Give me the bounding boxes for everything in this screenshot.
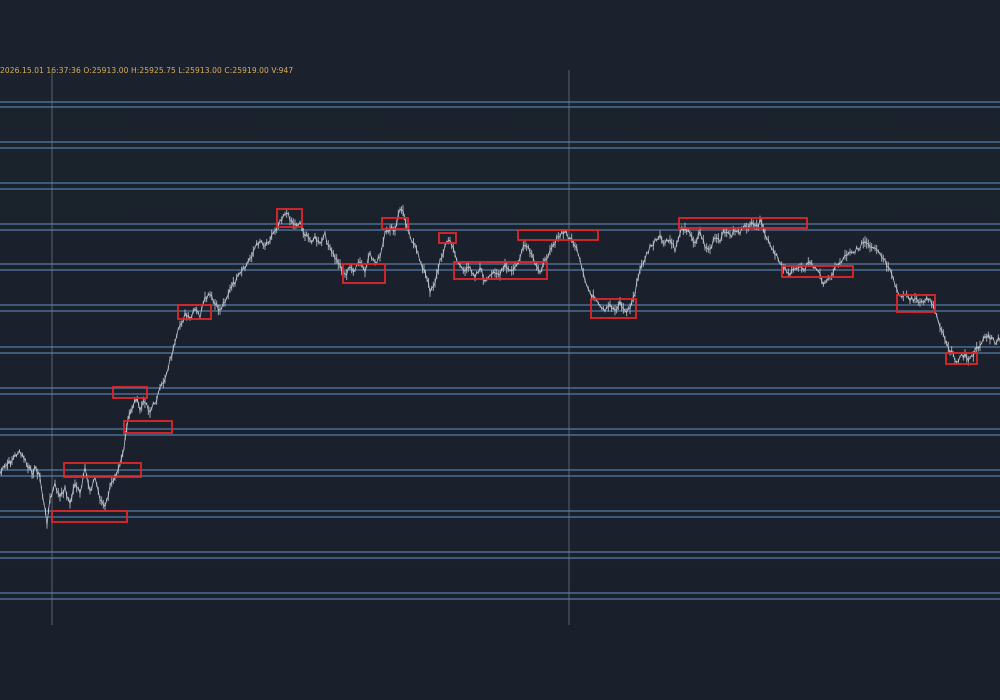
zone-box-3[interactable] [123, 420, 173, 434]
level-lines-layer [0, 101, 1000, 600]
zone-box-14[interactable] [896, 294, 936, 313]
zone-box-6[interactable] [342, 263, 386, 284]
zone-boxes-layer [51, 208, 978, 523]
price-series-layer [0, 204, 1000, 529]
price-line [0, 208, 1000, 525]
zone-box-13[interactable] [781, 265, 854, 278]
chart-canvas[interactable] [0, 0, 1000, 700]
zone-box-2[interactable] [112, 386, 148, 399]
price-chart[interactable]: 2026.15.01 16:37:36 O:25913.00 H:25925.7… [0, 0, 1000, 700]
zone-box-4[interactable] [177, 304, 212, 320]
